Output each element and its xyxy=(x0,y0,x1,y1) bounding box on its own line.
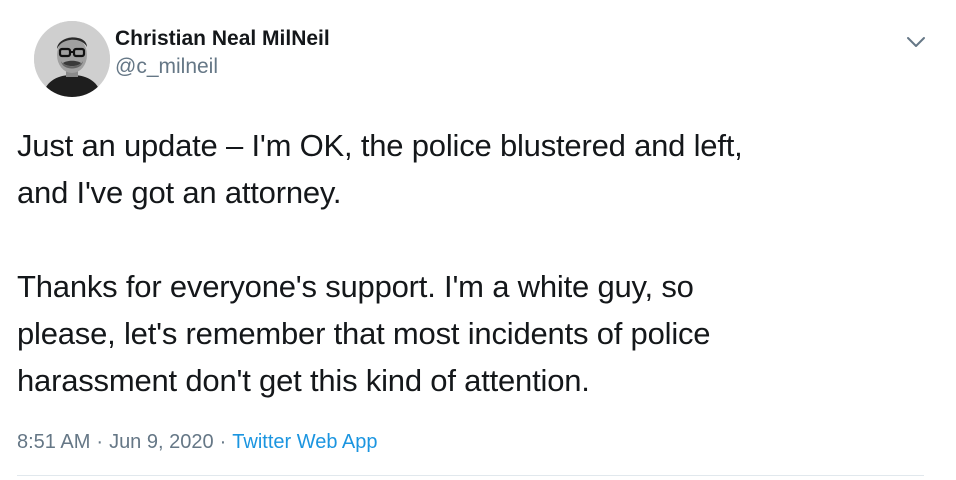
divider xyxy=(17,475,924,476)
display-name[interactable]: Christian Neal MilNeil xyxy=(115,26,330,52)
chevron-down-icon xyxy=(907,37,925,47)
avatar[interactable] xyxy=(34,21,110,97)
tweet-text: Just an update – I'm OK, the police blus… xyxy=(17,128,743,398)
tweet-source-link[interactable]: Twitter Web App xyxy=(232,431,377,453)
meta-separator: · xyxy=(96,431,104,453)
tweet-time[interactable]: 8:51 AM xyxy=(17,431,90,453)
user-handle[interactable]: @c_milneil xyxy=(115,54,330,80)
tweet-menu-button[interactable] xyxy=(902,28,930,56)
tweet-date[interactable]: Jun 9, 2020 xyxy=(109,431,214,453)
tweet-header: Christian Neal MilNeil @c_milneil xyxy=(16,12,925,97)
meta-separator: · xyxy=(219,431,227,453)
tweet-metadata: 8:51 AM · Jun 9, 2020 · Twitter Web App xyxy=(17,428,378,456)
author-names: Christian Neal MilNeil @c_milneil xyxy=(115,26,330,80)
profile-photo-icon xyxy=(34,21,110,97)
tweet-card: Christian Neal MilNeil @c_milneil Just a… xyxy=(0,0,956,480)
